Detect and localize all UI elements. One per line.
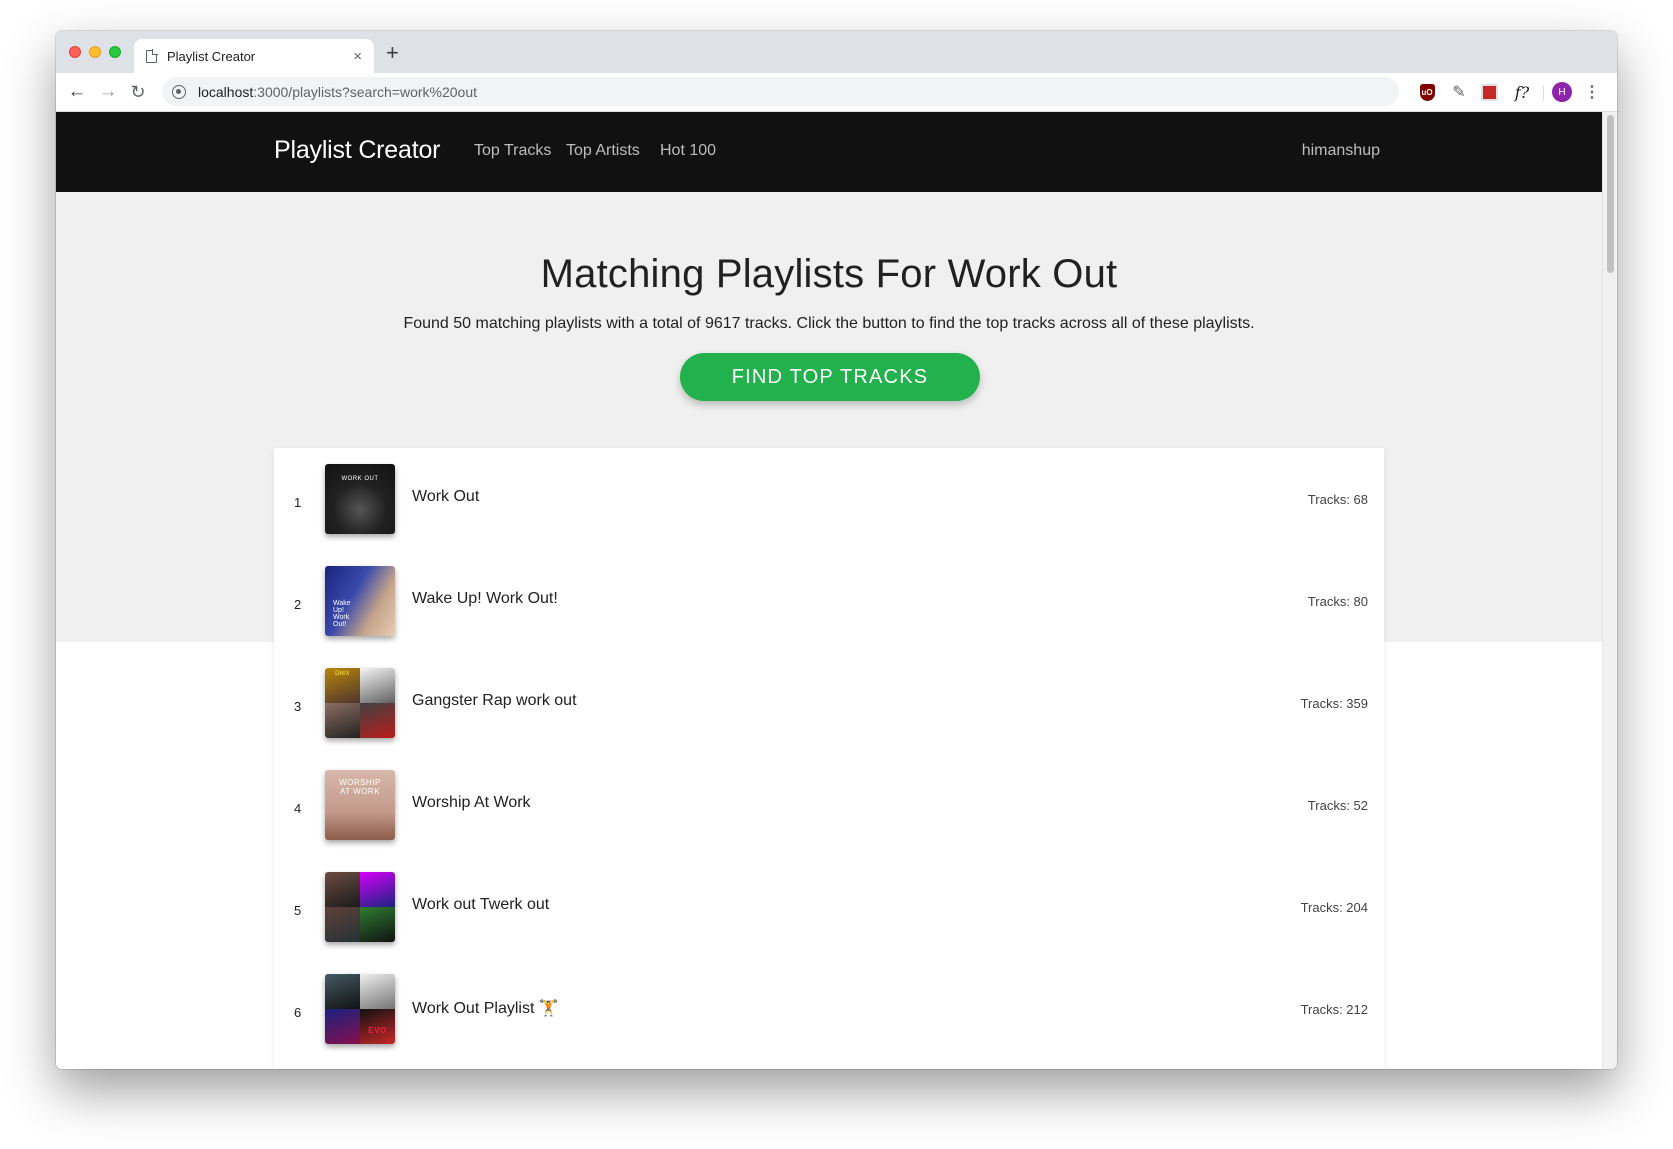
playlist-cover: Wake Up! Work Out! xyxy=(325,566,395,636)
document-icon xyxy=(146,49,158,63)
playlist-row[interactable]: 5 Work out Twerk out Tracks: 204 xyxy=(274,856,1384,958)
playlist-track-count: Tracks: 204 xyxy=(1300,900,1368,915)
playlist-cover: WORSHIP AT WORK xyxy=(325,770,395,840)
playlist-track-count: Tracks: 52 xyxy=(1307,798,1368,813)
cover-label: EVO xyxy=(368,1026,387,1035)
page-viewport: Playlist Creator Top Tracks Top Artists … xyxy=(56,112,1602,1069)
site-info-icon[interactable] xyxy=(172,84,186,99)
app-navbar: Playlist Creator Top Tracks Top Artists … xyxy=(56,112,1602,192)
nav-link-top-artists[interactable]: Top Artists xyxy=(566,142,640,160)
browser-toolbar: ← → ↻ localhost:3000/playlists?search=wo… xyxy=(56,73,1617,112)
url-host: localhost xyxy=(198,83,254,100)
playlist-track-count: Tracks: 68 xyxy=(1307,492,1368,507)
page-scrollbar[interactable] xyxy=(1602,112,1617,1069)
playlist-rank: 6 xyxy=(294,1005,302,1020)
playlist-cover xyxy=(325,872,395,942)
page-title: Matching Playlists For Work Out xyxy=(540,252,1118,296)
playlist-name[interactable]: Work Out Playlist 🏋 xyxy=(412,998,559,1018)
brand-logo-link[interactable]: Playlist Creator xyxy=(274,136,440,165)
address-bar[interactable]: localhost:3000/playlists?search=work%20o… xyxy=(162,77,1399,106)
whatfont-icon[interactable]: f? xyxy=(1511,81,1533,103)
cover-label: WORSHIP AT WORK xyxy=(339,778,381,796)
user-menu-link[interactable]: himanshup xyxy=(1302,142,1380,160)
playlist-name[interactable]: Work out Twerk out xyxy=(412,896,549,914)
playlist-track-count: Tracks: 212 xyxy=(1300,1002,1368,1017)
playlist-name[interactable]: Gangster Rap work out xyxy=(412,692,577,710)
nav-link-top-tracks[interactable]: Top Tracks xyxy=(474,142,551,160)
eyedropper-icon[interactable]: ✎ xyxy=(1450,81,1468,103)
tab-title: Playlist Creator xyxy=(167,48,256,64)
cover-label: Wake Up! Work Out! xyxy=(333,600,351,628)
kebab-menu-icon[interactable]: ⋮ xyxy=(1584,81,1600,103)
new-tab-button[interactable]: + xyxy=(386,42,399,64)
playlist-rank: 3 xyxy=(294,699,302,714)
reload-icon[interactable]: ↻ xyxy=(127,81,149,103)
tab-strip: Playlist Creator × + xyxy=(56,31,1617,73)
image-extension-icon[interactable] xyxy=(1480,81,1498,103)
back-arrow-icon[interactable]: ← xyxy=(66,81,88,103)
url-path: :3000/playlists?search=work%20out xyxy=(253,83,478,100)
playlist-name[interactable]: Work Out xyxy=(412,488,479,506)
cover-label: WORK OUT xyxy=(341,476,379,482)
maximize-window-button[interactable] xyxy=(109,46,121,58)
forward-arrow-icon[interactable]: → xyxy=(97,81,119,103)
results-summary: Found 50 matching playlists with a total… xyxy=(403,315,1255,332)
playlist-cover: EVO xyxy=(325,974,395,1044)
playlist-row[interactable]: 2 Wake Up! Work Out! Wake Up! Work Out! … xyxy=(274,550,1384,652)
playlist-cover: DMX xyxy=(325,668,395,738)
ublock-icon[interactable]: uO xyxy=(1418,81,1436,103)
playlist-track-count: Tracks: 80 xyxy=(1307,594,1368,609)
playlist-row[interactable]: 4 WORSHIP AT WORK Worship At Work Tracks… xyxy=(274,754,1384,856)
browser-window: Playlist Creator × + ← → ↻ localhost:300… xyxy=(56,31,1617,1069)
playlist-list: 1 WORK OUT Work Out Tracks: 68 2 Wake Up… xyxy=(274,448,1384,1069)
playlist-row[interactable]: 3 DMX Gangster Rap work out Tracks: 359 xyxy=(274,652,1384,754)
cover-label: DMX xyxy=(335,671,350,677)
find-top-tracks-button[interactable]: FIND TOP TRACKS xyxy=(680,353,980,401)
playlist-track-count: Tracks: 359 xyxy=(1300,696,1368,711)
playlist-rank: 2 xyxy=(294,597,302,612)
profile-avatar[interactable]: H xyxy=(1552,81,1572,103)
toolbar-divider xyxy=(1543,85,1544,101)
playlist-row[interactable]: 1 WORK OUT Work Out Tracks: 68 xyxy=(274,448,1384,550)
playlist-rank: 5 xyxy=(294,903,302,918)
playlist-name[interactable]: Worship At Work xyxy=(412,794,531,812)
close-tab-icon[interactable]: × xyxy=(353,49,362,64)
nav-link-hot-100[interactable]: Hot 100 xyxy=(660,142,716,160)
minimize-window-button[interactable] xyxy=(89,46,101,58)
browser-tab[interactable]: Playlist Creator × xyxy=(134,39,374,73)
playlist-name[interactable]: Wake Up! Work Out! xyxy=(412,590,558,608)
playlist-rank: 4 xyxy=(294,801,302,816)
playlist-rank: 1 xyxy=(294,495,302,510)
scrollbar-thumb[interactable] xyxy=(1607,115,1614,273)
playlist-cover: WORK OUT xyxy=(325,464,395,534)
close-window-button[interactable] xyxy=(69,46,81,58)
playlist-row[interactable]: 6 EVO Work Out Playlist 🏋 Tracks: 212 xyxy=(274,958,1384,1060)
